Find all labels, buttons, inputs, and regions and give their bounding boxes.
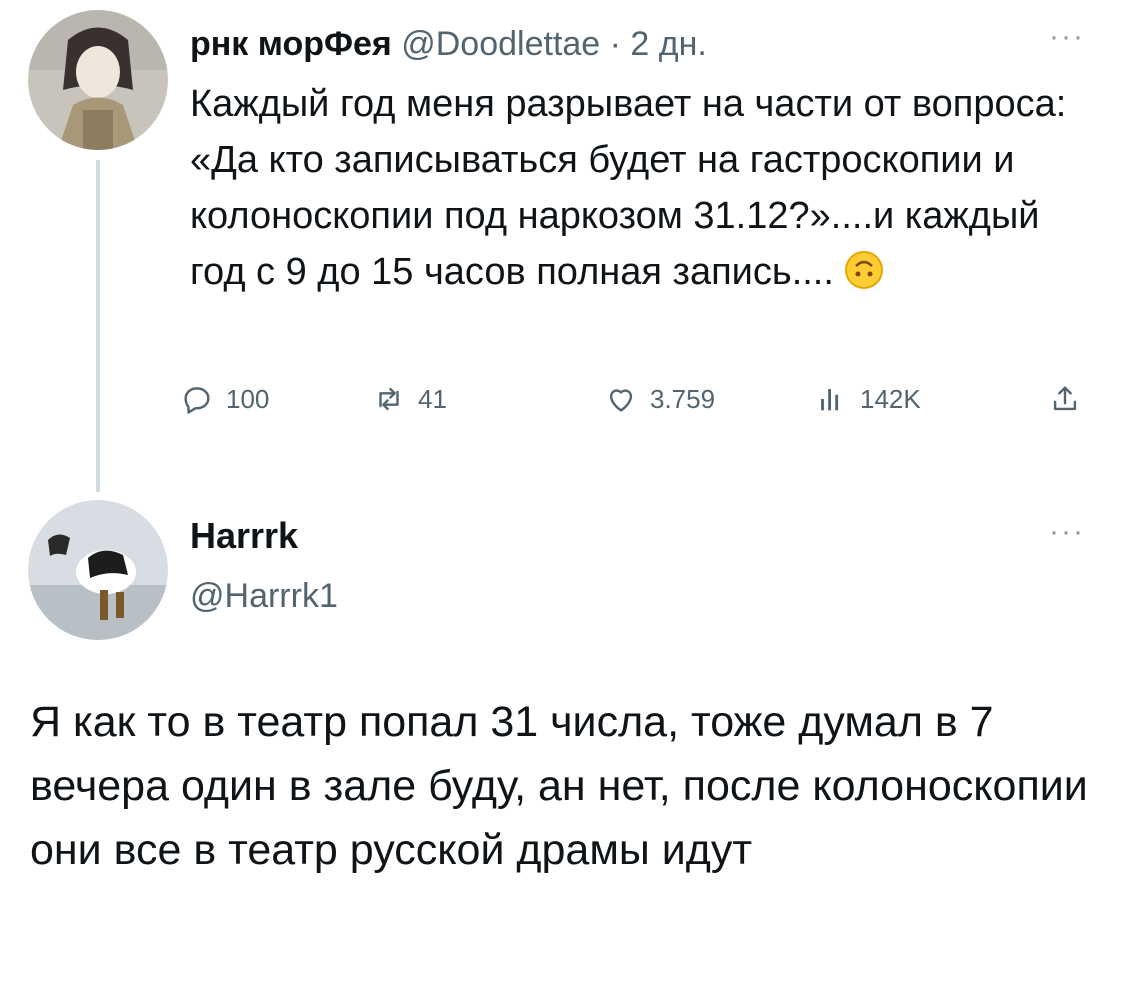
upside-down-face-emoji-icon — [844, 250, 884, 290]
thread-connector-line — [96, 160, 100, 492]
like-button[interactable]: 3.759 — [604, 382, 715, 416]
reply-icon — [184, 387, 210, 414]
author-name[interactable]: рнк морФея — [190, 25, 392, 63]
tweet-text: Я как то в театр попал 31 числа, тоже ду… — [30, 698, 1088, 874]
more-options-icon[interactable]: ··· — [1049, 515, 1085, 549]
reply-button[interactable]: 100 — [180, 382, 269, 416]
author-name[interactable]: Harrrk — [190, 512, 298, 560]
reply-count: 100 — [226, 383, 270, 414]
views-count: 142K — [860, 383, 921, 414]
author-meta[interactable]: @Doodlettae · 2 дн. — [401, 25, 707, 63]
like-count: 3.759 — [650, 383, 716, 414]
tweet-header: рнк морФея @Doodlettae · 2 дн. — [190, 20, 707, 68]
avatar[interactable] — [28, 10, 168, 150]
tweet-text-content: Каждый год меня разрывает на части от во… — [190, 83, 1067, 293]
views-button[interactable]: 142K — [814, 382, 921, 416]
tweet-text: Каждый год меня разрывает на части от во… — [190, 76, 1070, 300]
tweet-actions-bar: 100 41 3.759 142K — [180, 382, 1100, 422]
author-handle[interactable]: @Harrrk1 — [190, 572, 338, 620]
share-icon — [1053, 386, 1077, 411]
retweet-button[interactable]: 41 — [372, 382, 447, 416]
heart-icon — [609, 389, 633, 412]
avatar[interactable] — [28, 500, 168, 640]
share-button[interactable] — [1048, 382, 1082, 416]
views-chart-icon — [821, 389, 839, 411]
retweet-icon — [379, 387, 399, 411]
more-options-icon[interactable]: ··· — [1049, 20, 1085, 54]
retweet-count: 41 — [418, 383, 447, 414]
